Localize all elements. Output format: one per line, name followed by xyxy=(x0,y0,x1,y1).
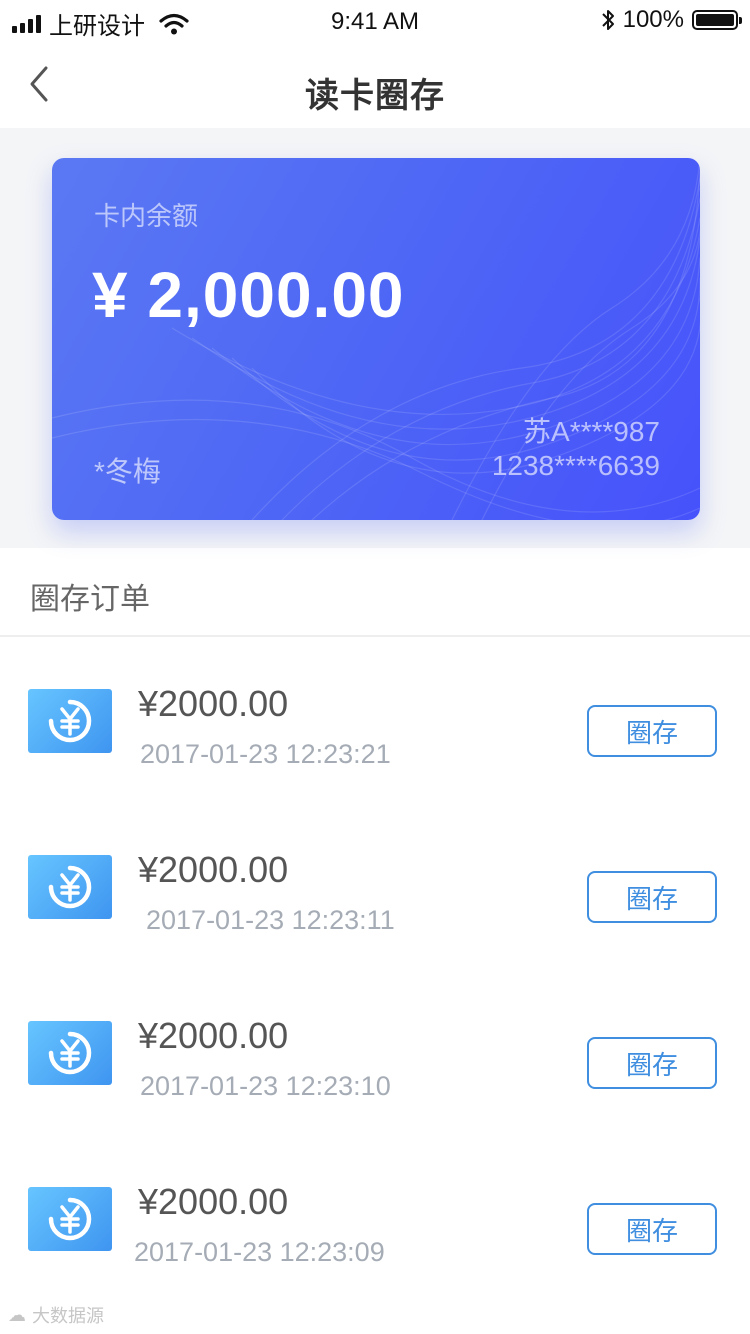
yuan-coin-icon xyxy=(28,1021,112,1085)
watermark-text: 大数据源 xyxy=(32,1306,104,1326)
license-plate: 苏A****987 xyxy=(523,416,660,447)
status-bar: 上研设计 9:41 AM 100% xyxy=(0,0,750,40)
card-area: 卡内余额 ¥ 2,000.00 苏A****987 *冬梅 1238****66… xyxy=(0,128,750,548)
load-button[interactable]: 圈存 xyxy=(587,1037,717,1089)
watermark-logo-icon: ☁ xyxy=(8,1304,26,1325)
load-button[interactable]: 圈存 xyxy=(587,705,717,757)
bluetooth-icon xyxy=(601,10,614,30)
balance-amount: ¥ 2,000.00 xyxy=(92,259,405,331)
watermark: ☁ 大数据源 xyxy=(8,1302,104,1328)
order-amount: ¥2000.00 xyxy=(138,849,289,890)
card-number: 1238****6639 xyxy=(491,450,660,481)
order-time: 2017-01-23 12:23:10 xyxy=(140,1071,391,1101)
order-time: 2017-01-23 12:23:11 xyxy=(146,905,395,935)
card-holder-name: *冬梅 xyxy=(94,456,161,487)
order-amount: ¥2000.00 xyxy=(138,683,289,724)
order-time: 2017-01-23 12:23:09 xyxy=(134,1237,385,1267)
battery-percent: 100% xyxy=(622,6,684,33)
load-button[interactable]: 圈存 xyxy=(587,871,717,923)
nav-bar: 读卡圈存 xyxy=(0,40,750,128)
order-time: 2017-01-23 12:23:21 xyxy=(140,739,391,769)
status-right: 100% xyxy=(601,6,742,34)
yuan-coin-icon xyxy=(28,855,112,919)
battery-icon xyxy=(692,10,742,30)
order-amount: ¥2000.00 xyxy=(138,1015,289,1056)
list-item: ¥2000.00 2017-01-23 12:23:21 圈存 xyxy=(0,637,750,803)
yuan-coin-icon xyxy=(28,689,112,753)
orders-section-title: 圈存订单 xyxy=(30,583,150,616)
order-amount: ¥2000.00 xyxy=(138,1181,289,1222)
balance-card: 卡内余额 ¥ 2,000.00 苏A****987 *冬梅 1238****66… xyxy=(52,158,700,520)
list-item: ¥2000.00 2017-01-23 12:23:10 圈存 xyxy=(0,969,750,1135)
page-title: 读卡圈存 xyxy=(305,77,445,115)
load-button[interactable]: 圈存 xyxy=(587,1203,717,1255)
yuan-coin-icon xyxy=(28,1187,112,1251)
balance-label: 卡内余额 xyxy=(94,201,199,231)
list-item: ¥2000.00 2017-01-23 12:23:11 圈存 xyxy=(0,803,750,969)
list-item: ¥2000.00 2017-01-23 12:23:09 圈存 xyxy=(0,1135,750,1301)
orders-list: ¥2000.00 2017-01-23 12:23:21 圈存 ¥2000.00… xyxy=(0,637,750,1301)
